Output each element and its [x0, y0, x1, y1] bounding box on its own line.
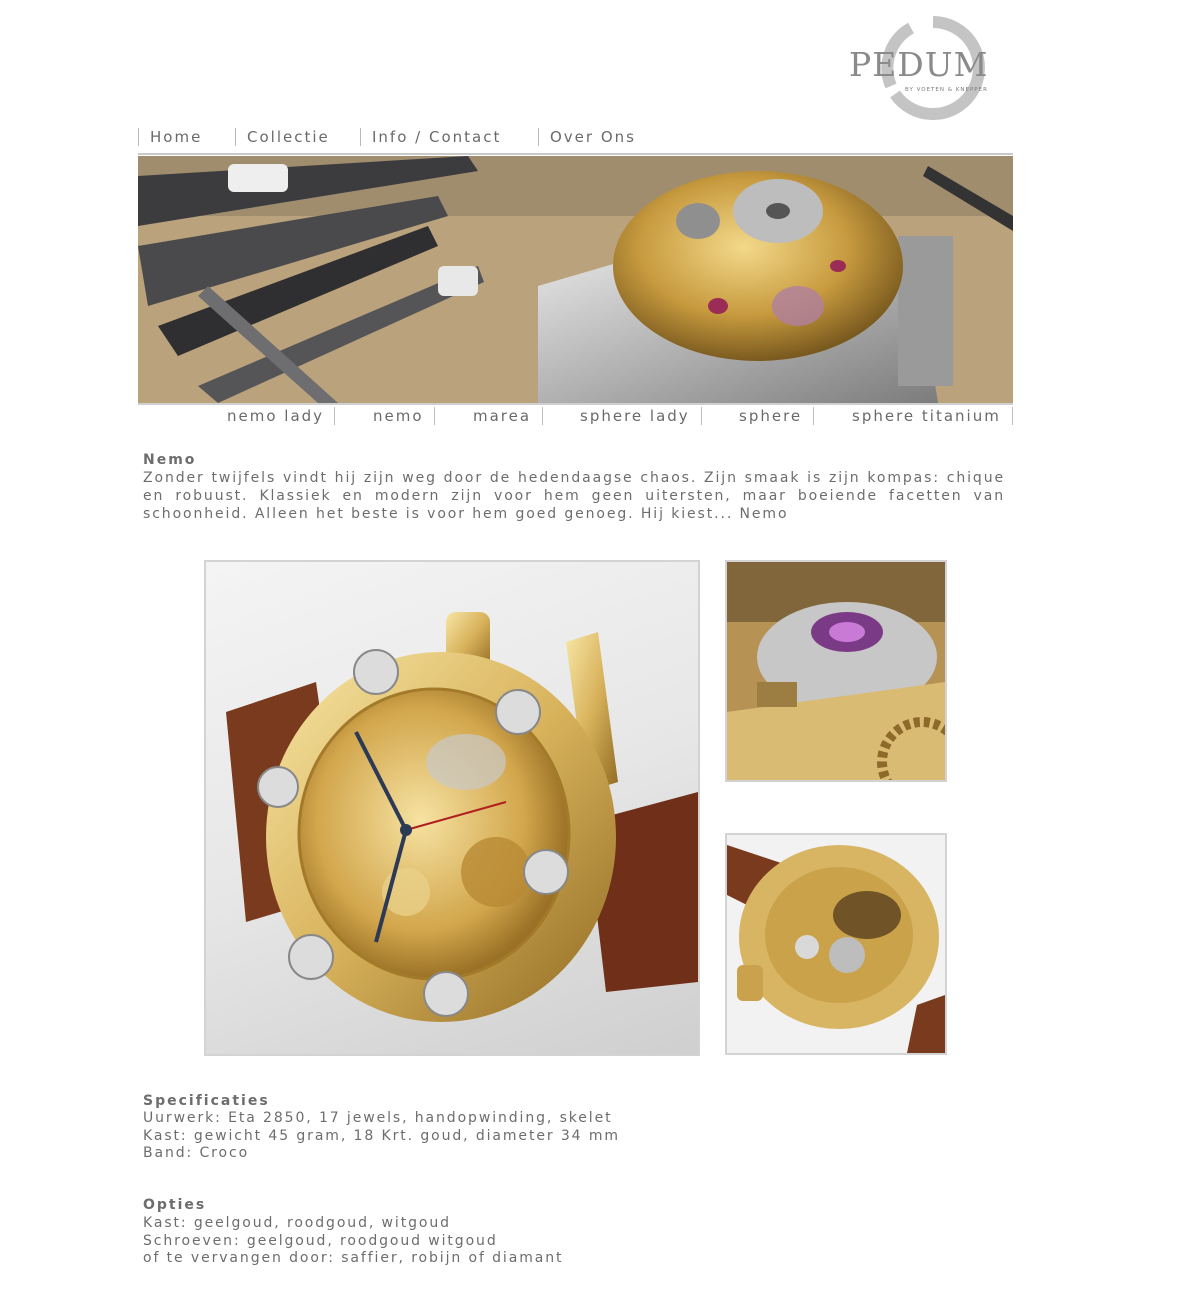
- caseback-illustration: [727, 835, 945, 1053]
- nav-divider: [138, 153, 1013, 155]
- watch-front-illustration: [226, 612, 698, 1022]
- option-line: of te vervangen door: saffier, robijn of…: [143, 1250, 564, 1266]
- nav-collectie[interactable]: Collectie: [235, 128, 330, 146]
- hero-workshop-illustration: [138, 156, 1013, 403]
- nav-home[interactable]: Home: [138, 128, 202, 146]
- subnav-separator: [334, 407, 335, 425]
- balance-wheel-illustration: [727, 562, 945, 780]
- subnav-separator: [813, 407, 814, 425]
- hero-banner-image: [138, 156, 1013, 403]
- subnav-nemo[interactable]: nemo: [373, 405, 424, 425]
- option-line: Schroeven: geelgoud, roodgoud witgoud: [143, 1233, 498, 1249]
- subnav-sphere-lady[interactable]: sphere lady: [580, 405, 690, 425]
- logo-wordmark: PEDUM: [849, 45, 989, 84]
- specs-title: Specificaties: [143, 1093, 270, 1109]
- product-title: Nemo: [143, 452, 197, 468]
- spec-line: Uurwerk: Eta 2850, 17 jewels, handopwind…: [143, 1110, 613, 1126]
- subnav-nemo-lady[interactable]: nemo lady: [227, 405, 324, 425]
- subnav-separator: [434, 407, 435, 425]
- subnav-separator: [1012, 407, 1013, 425]
- subnav-sphere-titanium[interactable]: sphere titanium: [852, 405, 1001, 425]
- options-title: Opties: [143, 1197, 207, 1213]
- logo-tagline: BY VOETEN & KNEPPER: [905, 87, 988, 93]
- brand-logo[interactable]: PEDUM BY VOETEN & KNEPPER: [845, 16, 1015, 124]
- nav-info-contact[interactable]: Info / Contact: [360, 128, 501, 146]
- spec-line: Kast: gewicht 45 gram, 18 Krt. goud, dia…: [143, 1128, 620, 1144]
- subnav-marea[interactable]: marea: [473, 405, 531, 425]
- product-description: Zonder twijfels vindt hij zijn weg door …: [143, 470, 1005, 522]
- spec-line: Band: Croco: [143, 1145, 250, 1161]
- nav-over-ons[interactable]: Over Ons: [538, 128, 636, 146]
- collection-subnav: nemo lady nemo marea sphere lady sphere …: [138, 405, 1013, 427]
- product-photo-detail-balance[interactable]: [725, 560, 947, 782]
- option-line: Kast: geelgoud, roodgoud, witgoud: [143, 1215, 451, 1231]
- product-photo-caseback[interactable]: [725, 833, 947, 1055]
- subnav-separator: [542, 407, 543, 425]
- subnav-separator: [701, 407, 702, 425]
- subnav-sphere[interactable]: sphere: [739, 405, 802, 425]
- product-photo-main[interactable]: [204, 560, 700, 1056]
